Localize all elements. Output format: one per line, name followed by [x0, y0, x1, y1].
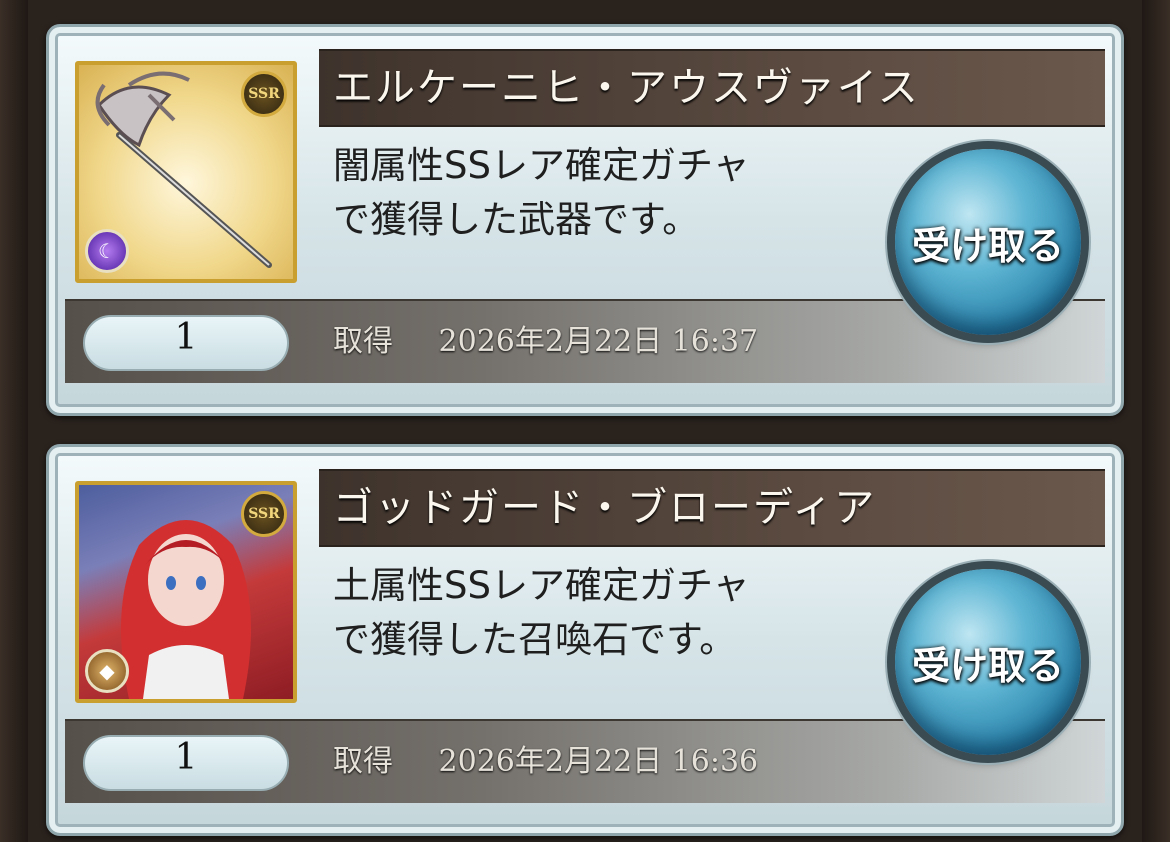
receive-button[interactable]: 受け取る — [895, 569, 1081, 755]
item-count: 1 — [83, 315, 289, 371]
present-item-card: SSR ◆ ゴッドガード・ブローディア 土属性SSレア確定ガチャ で獲得した召喚… — [46, 444, 1124, 836]
item-name-bar: ゴッドガード・ブローディア — [319, 469, 1105, 547]
ssr-badge: SSR — [241, 491, 287, 537]
description-line: 土属性SSレア確定ガチャ — [333, 564, 750, 607]
acquired-info: 取得 2026年2月22日 16:37 — [333, 301, 758, 383]
item-description: 闇属性SSレア確定ガチャ で獲得した武器です。 — [333, 139, 863, 247]
acquired-date: 2026年2月22日 16:37 — [438, 324, 759, 359]
acquired-date: 2026年2月22日 16:36 — [438, 744, 759, 779]
weapon-thumbnail[interactable]: SSR ☾ — [75, 61, 297, 283]
description-line: で獲得した武器です。 — [333, 198, 700, 241]
acquired-label: 取得 — [333, 324, 393, 359]
acquired-label: 取得 — [333, 744, 393, 779]
right-frame — [1142, 0, 1170, 842]
item-description: 土属性SSレア確定ガチャ で獲得した召喚石です。 — [333, 559, 863, 667]
item-name: ゴッドガード・ブローディア — [333, 485, 877, 531]
item-count: 1 — [83, 735, 289, 791]
summon-thumbnail[interactable]: SSR ◆ — [75, 481, 297, 703]
receive-button[interactable]: 受け取る — [895, 149, 1081, 335]
earth-element-icon: ◆ — [85, 649, 129, 693]
description-line: で獲得した召喚石です。 — [333, 618, 737, 661]
description-line: 闇属性SSレア確定ガチャ — [333, 144, 750, 187]
ssr-badge: SSR — [241, 71, 287, 117]
item-name: エルケーニヒ・アウスヴァイス — [333, 65, 920, 111]
item-name-bar: エルケーニヒ・アウスヴァイス — [319, 49, 1105, 127]
present-item-card: SSR ☾ エルケーニヒ・アウスヴァイス 闇属性SSレア確定ガチャ で獲得した武… — [46, 24, 1124, 416]
left-frame — [0, 0, 28, 842]
acquired-info: 取得 2026年2月22日 16:36 — [333, 721, 758, 803]
dark-element-icon: ☾ — [85, 229, 129, 273]
